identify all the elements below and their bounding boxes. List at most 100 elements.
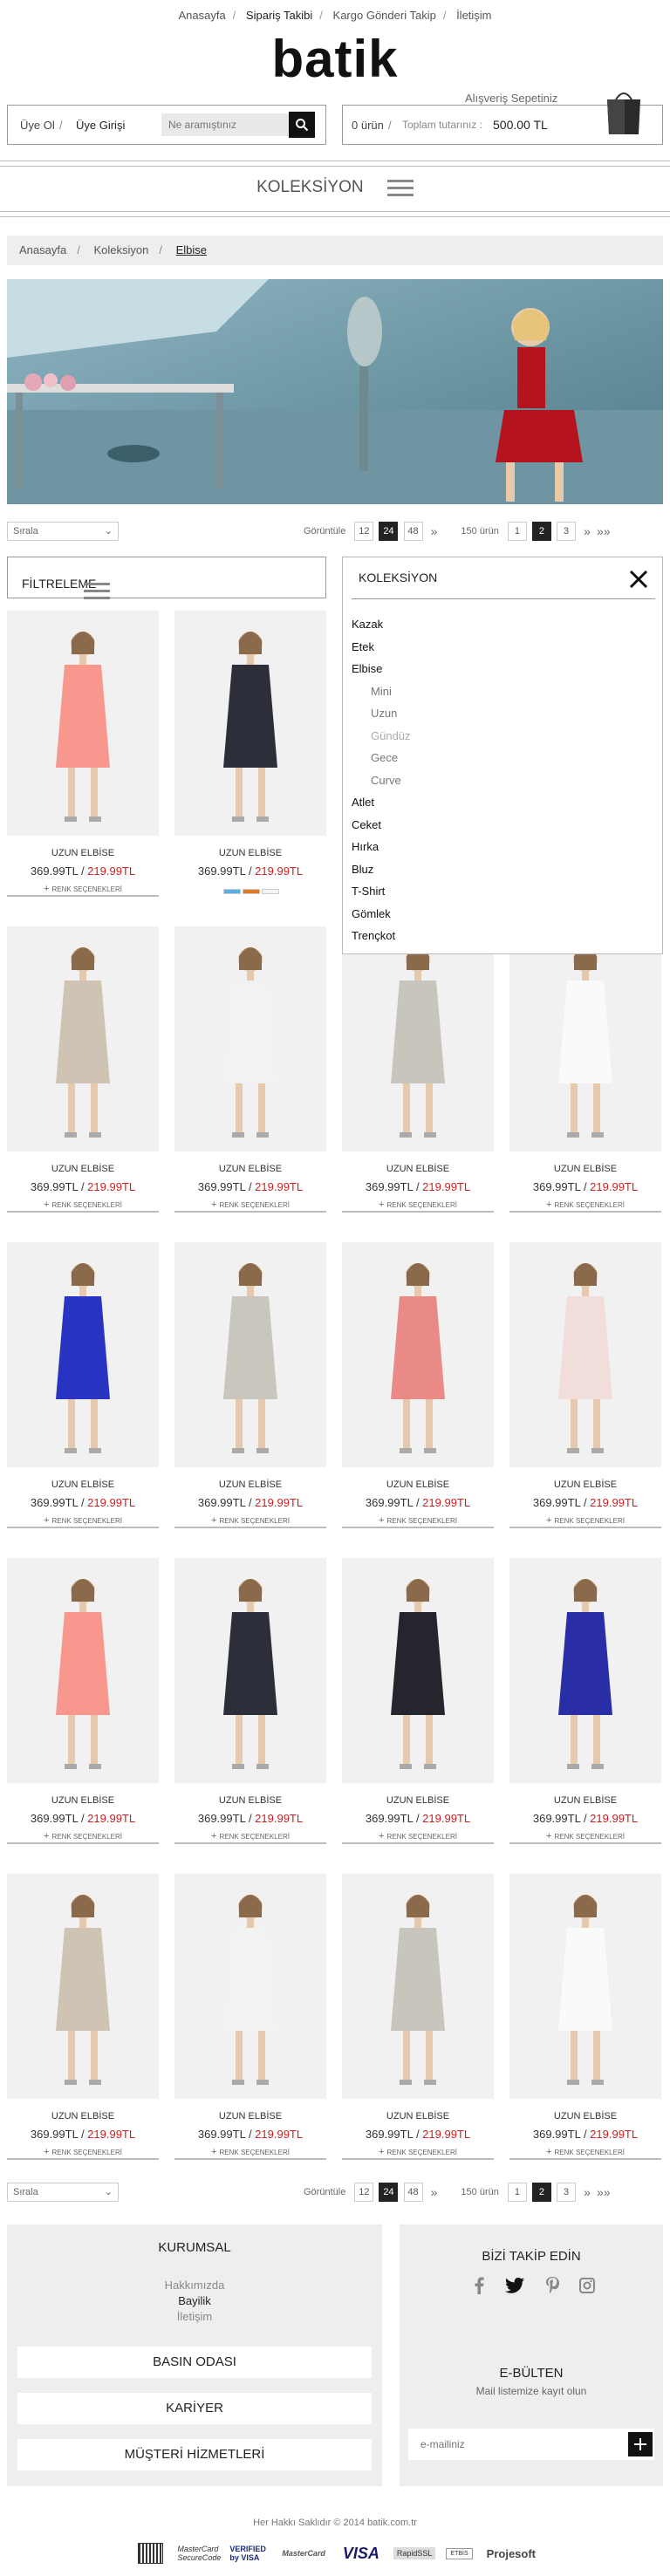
color-options-toggle[interactable]: + RENK SEÇENEKLERİ: [342, 1830, 494, 1844]
color-options-toggle[interactable]: + RENK SEÇENEKLERİ: [7, 1199, 159, 1213]
product-card[interactable]: UZUN ELBİSE 369.99TL / 219.99TL + RENK SEÇ…: [174, 1874, 326, 2167]
close-icon[interactable]: [629, 570, 648, 589]
view-option-48[interactable]: 48: [403, 2183, 423, 2202]
view-option-24[interactable]: 24: [379, 2183, 399, 2202]
color-swatch[interactable]: [223, 889, 241, 894]
view-next-icon[interactable]: »: [431, 2185, 438, 2199]
page-3[interactable]: 3: [557, 2183, 577, 2202]
color-options-toggle[interactable]: + RENK SEÇENEKLERİ: [174, 1514, 326, 1528]
product-name[interactable]: UZUN ELBİSE: [509, 1479, 661, 1490]
product-name[interactable]: UZUN ELBİSE: [342, 1479, 494, 1490]
color-options-toggle[interactable]: + RENK SEÇENEKLERİ: [174, 1830, 326, 1844]
product-card[interactable]: UZUN ELBİSE 369.99TL / 219.99TL + RENK SEÇ…: [342, 1242, 494, 1535]
product-name[interactable]: UZUN ELBİSE: [342, 1164, 494, 1174]
color-options-toggle[interactable]: + RENK SEÇENEKLERİ: [174, 2146, 326, 2160]
page-1[interactable]: 1: [507, 2183, 527, 2202]
color-options-toggle[interactable]: + RENK SEÇENEKLERİ: [7, 2146, 159, 2160]
instagram-icon[interactable]: [578, 2278, 595, 2293]
product-name[interactable]: UZUN ELBİSE: [509, 1164, 661, 1174]
koleksiyon-item-t-shirt[interactable]: T-Shirt: [352, 880, 411, 903]
product-name[interactable]: UZUN ELBİSE: [174, 2111, 326, 2122]
product-image[interactable]: [509, 1242, 661, 1467]
product-image[interactable]: [342, 1242, 494, 1467]
product-image[interactable]: [342, 926, 494, 1151]
product-card[interactable]: UZUN ELBİSE 369.99TL / 219.99TL + RENK SEÇ…: [174, 1242, 326, 1535]
koleksiyon-item-gece[interactable]: Gece: [352, 747, 411, 769]
product-image[interactable]: [7, 1558, 159, 1783]
color-swatch[interactable]: [262, 889, 279, 894]
hero-banner[interactable]: [7, 279, 663, 504]
color-options-toggle[interactable]: + RENK SEÇENEKLERİ: [509, 1830, 661, 1844]
koleksiyon-item-etek[interactable]: Etek: [352, 636, 411, 659]
product-image[interactable]: [509, 1558, 661, 1783]
breadcrumb-home[interactable]: Anasayfa: [19, 243, 66, 256]
product-image[interactable]: [7, 1242, 159, 1467]
facebook-icon[interactable]: [473, 2277, 485, 2294]
dealership-link[interactable]: Bayilik: [7, 2294, 382, 2307]
product-name[interactable]: UZUN ELBİSE: [7, 1479, 159, 1490]
koleksiyon-item-kazak[interactable]: Kazak: [352, 613, 411, 636]
product-image[interactable]: [342, 1874, 494, 2099]
next-page-icon[interactable]: »: [584, 524, 591, 538]
product-card[interactable]: UZUN ELBİSE 369.99TL / 219.99TL + RENK SEÇ…: [174, 1558, 326, 1851]
product-image[interactable]: [509, 1874, 661, 2099]
site-logo[interactable]: batik: [0, 31, 670, 87]
page-3[interactable]: 3: [557, 522, 577, 541]
product-image[interactable]: [174, 1242, 326, 1467]
koleksiyon-item-elbise[interactable]: Elbise: [352, 658, 411, 680]
filter-panel[interactable]: FİLTRELEME: [7, 557, 326, 599]
koleksiyon-item-atlet[interactable]: Atlet: [352, 791, 411, 814]
koleksiyon-item-ceket[interactable]: Ceket: [352, 814, 411, 837]
product-name[interactable]: UZUN ELBİSE: [174, 1795, 326, 1806]
topnav-contact-link[interactable]: İletişim: [456, 9, 491, 22]
product-card[interactable]: UZUN ELBİSE 369.99TL / 219.99TL + RENK SEÇ…: [7, 926, 159, 1220]
view-option-12[interactable]: 12: [354, 2183, 374, 2202]
search-button[interactable]: [289, 112, 315, 138]
product-card[interactable]: UZUN ELBİSE 369.99TL / 219.99TL + RENK SEÇ…: [509, 1874, 661, 2167]
pinterest-icon[interactable]: [545, 2277, 559, 2294]
product-name[interactable]: UZUN ELBİSE: [509, 1795, 661, 1806]
color-options-toggle[interactable]: + RENK SEÇENEKLERİ: [174, 1199, 326, 1213]
next-page-icon[interactable]: »: [584, 2185, 591, 2199]
topnav-order-tracking-link[interactable]: Sipariş Takibi: [246, 9, 312, 22]
register-link[interactable]: Üye Ol: [20, 119, 55, 132]
color-options-toggle[interactable]: + RENK SEÇENEKLERİ: [7, 1514, 159, 1528]
color-options-toggle[interactable]: + RENK SEÇENEKLERİ: [342, 1514, 494, 1528]
product-card[interactable]: UZUN ELBİSE 369.99TL / 219.99TL: [174, 611, 326, 904]
color-options-toggle[interactable]: + RENK SEÇENEKLERİ: [342, 2146, 494, 2160]
product-name[interactable]: UZUN ELBİSE: [174, 1164, 326, 1174]
newsletter-submit-button[interactable]: [628, 2432, 653, 2456]
product-name[interactable]: UZUN ELBİSE: [342, 2111, 494, 2122]
sort-select-bottom[interactable]: Sırala ⌄: [7, 2183, 119, 2202]
breadcrumb-koleksiyon[interactable]: Koleksiyon: [93, 243, 148, 256]
page-2[interactable]: 2: [531, 522, 551, 541]
product-image[interactable]: [7, 926, 159, 1151]
contact-link[interactable]: İletişim: [7, 2310, 382, 2323]
koleksiyon-item-h-rka[interactable]: Hırka: [352, 836, 411, 858]
product-card[interactable]: UZUN ELBİSE 369.99TL / 219.99TL + RENK SEÇ…: [7, 611, 159, 904]
color-options-toggle[interactable]: + RENK SEÇENEKLERİ: [509, 1514, 661, 1528]
twitter-icon[interactable]: [505, 2278, 525, 2293]
koleksiyon-item-mini[interactable]: Mini: [352, 680, 411, 703]
koleksiyon-item-tren-kot[interactable]: Trençkot: [352, 925, 411, 947]
product-card[interactable]: UZUN ELBİSE 369.99TL / 219.99TL + RENK SEÇ…: [342, 1874, 494, 2167]
topnav-cargo-tracking-link[interactable]: Kargo Gönderi Takip: [333, 9, 436, 22]
product-image[interactable]: [174, 1558, 326, 1783]
product-name[interactable]: UZUN ELBİSE: [7, 1795, 159, 1806]
koleksiyon-item-uzun[interactable]: Uzun: [352, 702, 411, 725]
product-name[interactable]: UZUN ELBİSE: [7, 848, 159, 858]
customer-service-button[interactable]: MÜŞTERİ HİZMETLERİ: [17, 2439, 372, 2470]
product-name[interactable]: UZUN ELBİSE: [7, 2111, 159, 2122]
topnav-home-link[interactable]: Anasayfa: [178, 9, 225, 22]
last-page-icon[interactable]: »»: [597, 2185, 611, 2199]
search-input[interactable]: [161, 113, 301, 136]
product-card[interactable]: UZUN ELBİSE 369.99TL / 219.99TL + RENK SEÇ…: [174, 926, 326, 1220]
view-option-12[interactable]: 12: [354, 522, 374, 541]
page-1[interactable]: 1: [507, 522, 527, 541]
product-card[interactable]: UZUN ELBİSE 369.99TL / 219.99TL + RENK SEÇ…: [7, 1558, 159, 1851]
product-name[interactable]: UZUN ELBİSE: [342, 1795, 494, 1806]
product-image[interactable]: [342, 1558, 494, 1783]
product-card[interactable]: UZUN ELBİSE 369.99TL / 219.99TL + RENK SEÇ…: [342, 1558, 494, 1851]
product-card[interactable]: UZUN ELBİSE 369.99TL / 219.99TL + RENK SEÇ…: [509, 1558, 661, 1851]
careers-button[interactable]: KARİYER: [17, 2393, 372, 2424]
